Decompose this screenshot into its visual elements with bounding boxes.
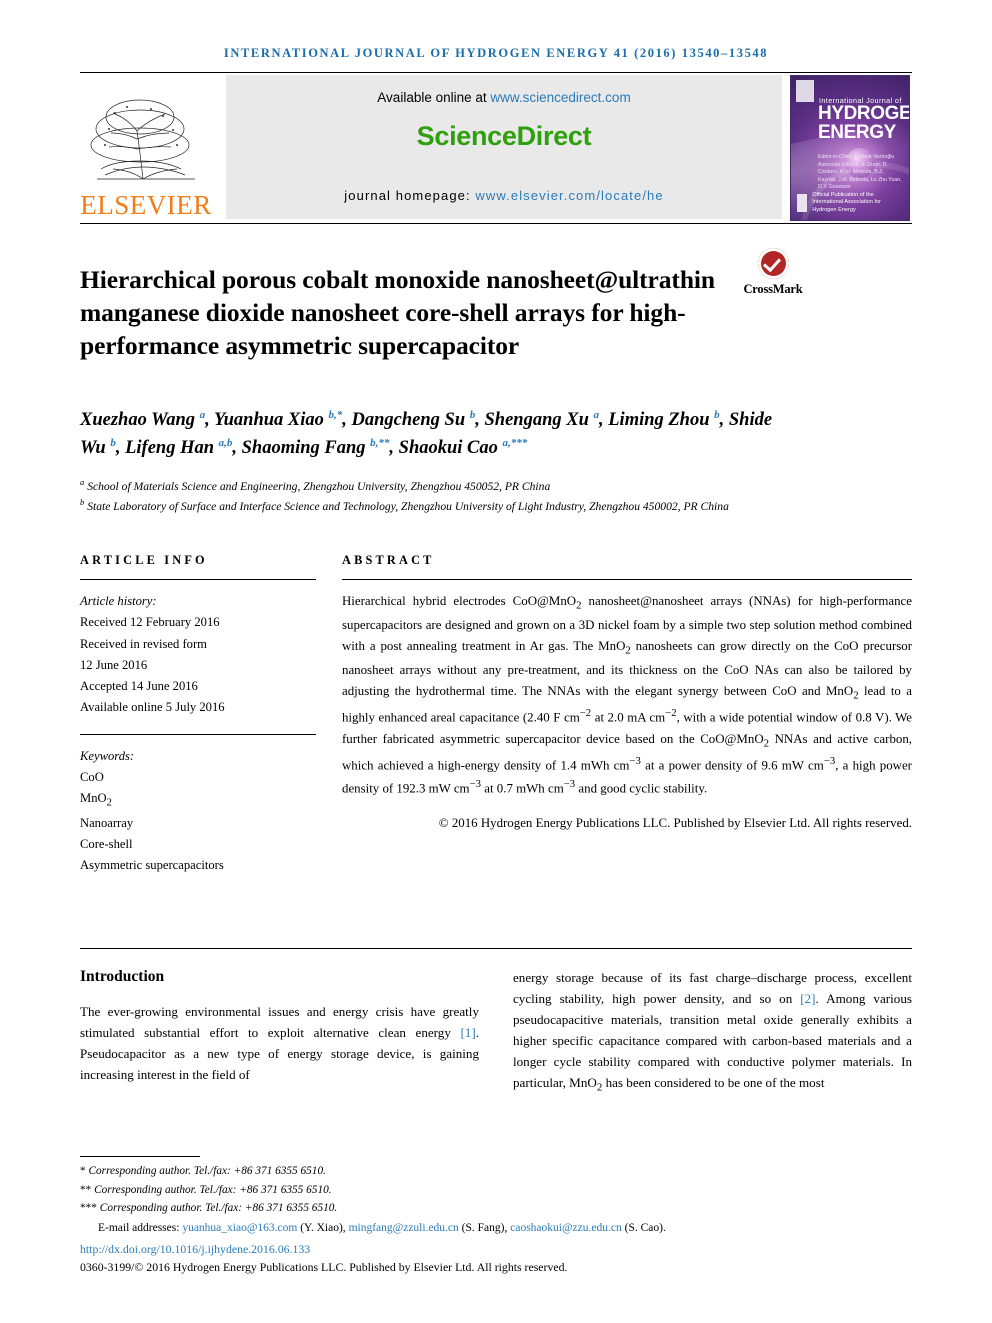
footnote-marker-2: ** [80,1183,92,1196]
cover-footer-text: Official Publication of the Internationa… [812,192,881,213]
journal-homepage-url-link[interactable]: www.elsevier.com/locate/he [475,188,663,203]
footnote-doi-link[interactable]: http://dx.doi.org/10.1016/j.ijhydene.201… [80,1242,912,1257]
footnote-marker-1: * [80,1165,86,1178]
abstract-heading: ABSTRACT [342,553,435,568]
article-history-revised-date: 12 June 2016 [80,657,148,672]
available-online-label: Available online at [377,90,491,105]
article-history-received: Received 12 February 2016 [80,615,220,630]
journal-cover-image: International Journal of HYDROGEN ENERGY… [790,75,910,221]
author-list: Xuezhao Wang a, Yuanhua Xiao b,*, Dangch… [80,408,773,458]
abstract-copyright: © 2016 Hydrogen Energy Publications LLC.… [438,815,912,830]
article-history-block: Article history: Received 12 February 20… [80,591,316,719]
abstract-text: Hierarchical hybrid electrodes CoO@MnO2 … [342,594,913,796]
masthead: ELSEVIER Available online at www.science… [80,73,912,221]
footnote-corresponding-3: *** Corresponding author. Tel./fax: +86 … [80,1199,912,1217]
info-abstract-section: ARTICLE INFO Article history: Received 1… [80,553,912,876]
footnote-issn-copyright: 0360-3199/© 2016 Hydrogen Energy Publica… [80,1260,568,1274]
footnote-corresponding-2: ** Corresponding author. Tel./fax: +86 3… [80,1181,912,1199]
running-head: International Journal of Hydrogen Energy… [223,46,769,60]
article-history-revised-label: Received in revised form [80,636,207,651]
cover-editors: Editor-in-Chief: T. Nejat Veziroğlu Asso… [818,154,902,191]
masthead-rule [80,223,912,224]
body-column-right: energy storage because of its fast charg… [513,968,912,1097]
footnotes: * Corresponding author. Tel./fax: +86 37… [80,1156,912,1275]
affiliation-b: b State Laboratory of Surface and Interf… [80,497,729,514]
article-history-label: Article history: [80,594,157,609]
footnote-text-2: Corresponding author. Tel./fax: +86 371 … [94,1183,332,1196]
journal-homepage-label: journal homepage: [344,188,476,203]
sciencedirect-url-link[interactable]: www.sciencedirect.com [490,90,630,105]
available-online-line: Available online at www.sciencedirect.co… [377,90,630,105]
title-row: Hierarchical porous cobalt monoxide nano… [80,246,912,380]
crossmark-check-icon [757,248,789,279]
crossmark-badge[interactable]: CrossMark [730,248,816,297]
cover-big-title: HYDROGEN ENERGY [818,103,909,144]
section-heading-introduction: Introduction [80,968,165,986]
cover-big-title-line1: HYDROGEN [818,103,909,124]
cover-footer: Official Publication of the Internationa… [797,192,903,214]
elsevier-logo: ELSEVIER [80,73,212,221]
crossmark-label: CrossMark [743,282,803,296]
cover-iahe-logo [797,194,808,213]
footnote-marker-3: *** [80,1202,97,1215]
elsevier-wordmark: ELSEVIER [80,190,212,220]
journal-homepage-line: journal homepage: www.elsevier.com/locat… [344,188,663,203]
article-info-heading: ARTICLE INFO [80,553,208,568]
journal-article-first-page: International Journal of Hydrogen Energy… [0,0,992,1323]
sciencedirect-panel: Available online at www.sciencedirect.co… [226,75,782,219]
body-paragraph-left: The ever-growing environmental issues an… [80,1004,479,1083]
footnote-emails[interactable]: E-mail addresses: yuanhua_xiao@163.com (… [80,1219,912,1238]
abstract-rule [342,579,912,581]
article-info-column: ARTICLE INFO Article history: Received 1… [80,553,316,876]
keywords-block: Keywords: CoO MnO2 Nanoarray Core-shell Asym… [80,746,316,877]
article-info-rule [80,579,316,581]
keywords-label: Keywords: [80,748,135,763]
page-title: Hierarchical porous cobalt monoxide nano… [80,265,715,361]
affiliation-a: a School of Materials Science and Engine… [80,476,551,493]
footnote-text-1: Corresponding author. Tel./fax: +86 371 … [88,1165,326,1178]
footnote-rule [80,1156,200,1158]
keywords-rule [80,733,316,735]
body-paragraph-right: energy storage because of its fast charg… [513,970,912,1094]
article-history-online: Available online 5 July 2016 [80,700,225,715]
body-column-left: Introduction The ever-growing environmen… [80,968,479,1097]
journal-cover-thumbnail: International Journal of HYDROGEN ENERGY… [790,73,912,221]
body-rule [80,948,912,950]
sciencedirect-logo: ScienceDirect [416,121,592,151]
elsevier-tree-icon [90,99,195,180]
cover-big-title-line2: ENERGY [818,122,896,144]
footnote-corresponding-1: * Corresponding author. Tel./fax: +86 37… [80,1162,912,1180]
affiliations: a School of Materials Science and Engine… [80,476,912,517]
cover-publisher-mark [796,80,814,102]
body-columns: Introduction The ever-growing environmen… [80,968,912,1097]
keywords-list: CoO MnO2 Nanoarray Core-shell Asymmetric sup… [80,770,224,873]
article-history-accepted: Accepted 14 June 2016 [80,679,198,694]
footnote-text-3: Corresponding author. Tel./fax: +86 371 … [99,1202,338,1215]
abstract-column: ABSTRACT Hierarchical hybrid electrodes … [342,553,912,876]
